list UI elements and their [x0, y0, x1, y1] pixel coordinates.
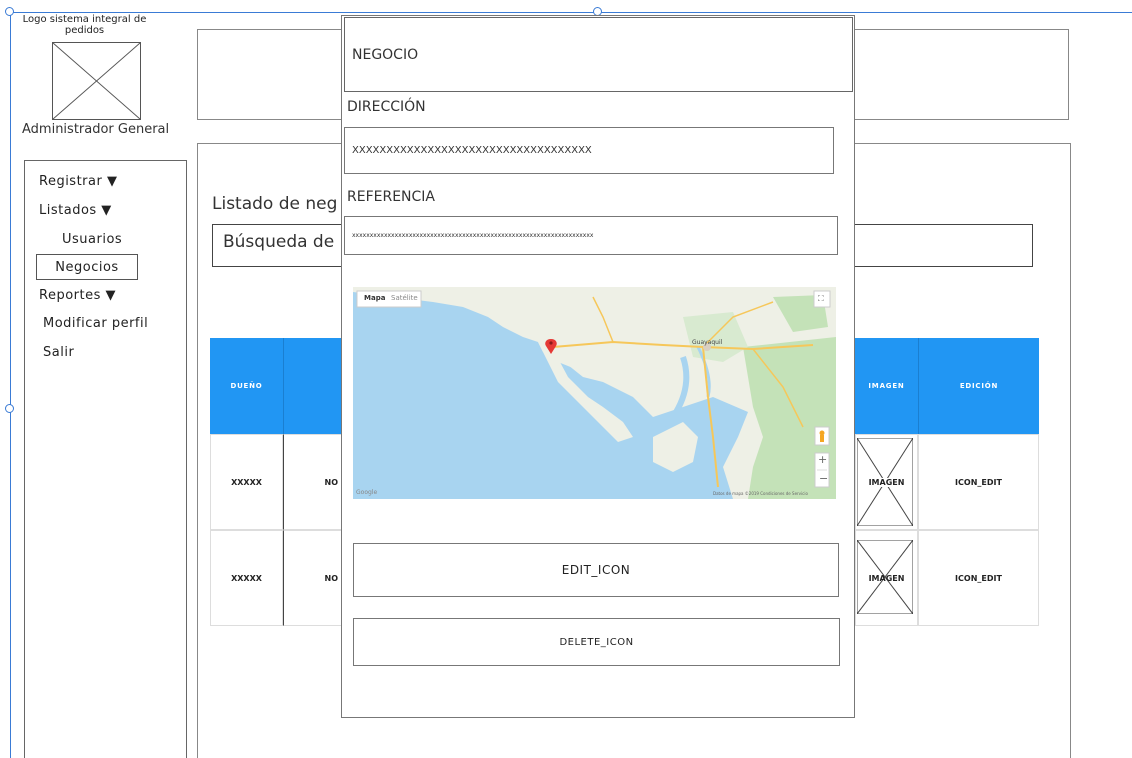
- sidebar-item-modificar-perfil[interactable]: Modificar perfil: [43, 316, 148, 331]
- sidebar-item-salir[interactable]: Salir: [43, 345, 74, 360]
- sidebar-item-registrar[interactable]: Registrar ▼: [39, 174, 117, 189]
- delete-button[interactable]: DELETE_ICON: [353, 618, 840, 666]
- sidebar-item-negocios[interactable]: Negocios: [36, 254, 138, 280]
- column-header-image[interactable]: IMAGEN: [855, 338, 918, 434]
- sidebar: [24, 160, 187, 758]
- map-terms[interactable]: Datos de mapa ©2019 Condiciones de Servi…: [713, 491, 808, 496]
- address-input[interactable]: XXXXXXXXXXXXXXXXXXXXXXXXXXXXXXXXXXX: [344, 127, 834, 174]
- edit-icon-cell[interactable]: ICON_EDIT: [918, 530, 1039, 626]
- column-header-edit[interactable]: EDICIÓN: [918, 338, 1039, 434]
- page-title: Listado de neg: [212, 194, 338, 214]
- image-label: IMAGEN: [868, 573, 905, 583]
- selection-frame-top: [10, 12, 1132, 13]
- column-header-owner[interactable]: DUEÑO: [210, 338, 283, 434]
- table-cell-name: NO: [283, 530, 343, 626]
- map-canvas[interactable]: [353, 287, 836, 499]
- edit-button[interactable]: EDIT_ICON: [353, 543, 839, 597]
- selection-frame-left: [10, 12, 11, 758]
- table-cell-image: IMAGEN: [855, 530, 918, 626]
- sidebar-item-reportes[interactable]: Reportes ▼: [39, 288, 116, 303]
- resize-handle-left[interactable]: [5, 404, 14, 413]
- zoom-in-icon[interactable]: +: [818, 453, 827, 466]
- edit-icon-cell[interactable]: ICON_EDIT: [918, 434, 1039, 530]
- zoom-out-icon[interactable]: −: [819, 472, 828, 485]
- location-map[interactable]: Mapa Satélite Guayaquil ⛶ + − Google Dat…: [353, 287, 836, 499]
- resize-handle-top-left[interactable]: [5, 7, 14, 16]
- table-cell-owner: XXXXX: [210, 434, 283, 530]
- user-role-label: Administrador General: [22, 122, 170, 137]
- logo-caption: Logo sistema integral de pedidos: [22, 14, 147, 36]
- sidebar-item-listados[interactable]: Listados ▼: [39, 203, 112, 218]
- table-cell-image: IMAGEN: [855, 434, 918, 530]
- reference-label: REFERENCIA: [347, 189, 435, 205]
- fullscreen-icon[interactable]: ⛶: [818, 294, 824, 304]
- image-placeholder-icon: [52, 42, 141, 120]
- map-tab-satellite[interactable]: Satélite: [391, 294, 418, 302]
- logo-image-placeholder: [52, 42, 141, 120]
- table-cell-name: NO: [283, 434, 343, 530]
- map-attribution: Google: [356, 489, 378, 496]
- address-label: DIRECCIÓN: [347, 99, 426, 115]
- reference-input[interactable]: xxxxxxxxxxxxxxxxxxxxxxxxxxxxxxxxxxxxxxxx…: [344, 216, 838, 255]
- map-tab-map[interactable]: Mapa: [364, 294, 385, 302]
- sidebar-item-usuarios[interactable]: Usuarios: [62, 232, 122, 247]
- map-city-label: Guayaquil: [692, 339, 723, 346]
- column-header-name[interactable]: [283, 338, 343, 434]
- image-label: IMAGEN: [868, 477, 905, 487]
- business-name-field[interactable]: NEGOCIO: [344, 17, 853, 92]
- table-cell-owner: XXXXX: [210, 530, 283, 626]
